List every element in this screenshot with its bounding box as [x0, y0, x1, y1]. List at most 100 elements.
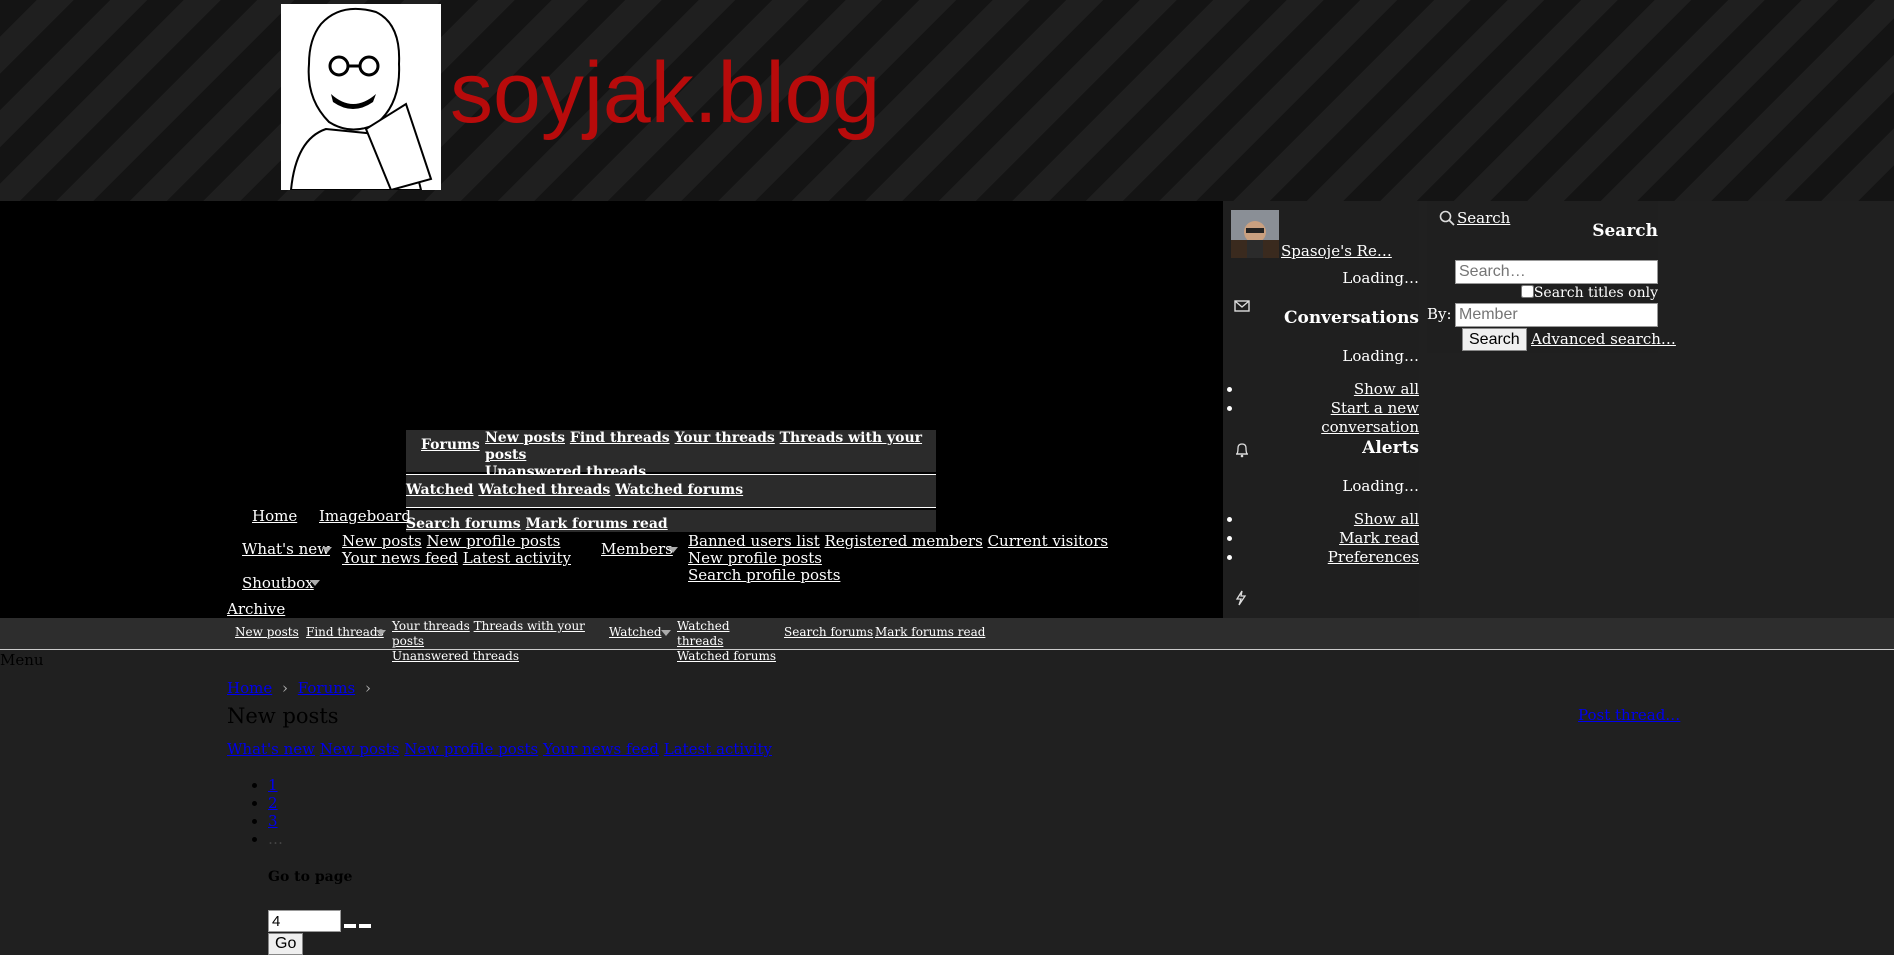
- alerts-links: Show all Mark read Preferences: [1243, 510, 1419, 567]
- whats-new-latest-activity-link[interactable]: Latest activity: [463, 549, 571, 567]
- list-item: Start a new conversation: [1243, 399, 1419, 437]
- list-item: Mark read: [1243, 529, 1419, 548]
- sub-nav-bar: New posts Find threads Your threads Thre…: [0, 618, 1894, 663]
- search-link[interactable]: Search: [1457, 209, 1510, 227]
- popup-forums-row: Forums New posts Find threads Your threa…: [406, 430, 936, 480]
- account-panel: Spasoje's Re… Loading… Conversations Loa…: [1223, 201, 1419, 618]
- popup-watched-forums-link[interactable]: Watched forums: [615, 482, 743, 498]
- stepper-minus-icon[interactable]: [344, 924, 356, 928]
- nav-imageboard-link[interactable]: Imageboard: [319, 507, 411, 525]
- popup-forums-link[interactable]: Forums: [421, 437, 480, 453]
- members-search-profile-posts-link[interactable]: Search profile posts: [688, 566, 840, 584]
- nav-members-link[interactable]: Members: [601, 540, 673, 558]
- search-panel: Search Search Search titles only By: Sea…: [1427, 201, 1676, 353]
- popup-search-forums-link[interactable]: Search forums: [406, 516, 521, 532]
- page-3-link[interactable]: 3: [268, 812, 278, 830]
- page-2-link[interactable]: 2: [268, 794, 278, 812]
- menu-label[interactable]: Menu: [0, 651, 44, 669]
- tab-news-feed[interactable]: Your news feed: [543, 740, 659, 758]
- nav-shoutbox-link[interactable]: Shoutbox: [242, 574, 314, 592]
- stepper-plus-icon[interactable]: [359, 924, 371, 928]
- breadcrumb-forums-link[interactable]: Forums: [298, 679, 355, 697]
- page-title: New posts: [227, 704, 339, 728]
- member-input[interactable]: [1455, 303, 1658, 327]
- list-item: …: [268, 830, 283, 848]
- whats-new-news-feed-link[interactable]: Your news feed: [342, 549, 458, 567]
- popup-find-threads-link[interactable]: Find threads: [570, 430, 670, 446]
- page-tabs: What's new New posts New profile posts Y…: [227, 740, 772, 758]
- tab-new-posts[interactable]: New posts: [320, 740, 400, 758]
- whats-new-caret-icon[interactable]: [322, 547, 332, 553]
- search-submit-button[interactable]: Search: [1462, 328, 1527, 351]
- members-banned-link[interactable]: Banned users list: [688, 532, 820, 550]
- search-icon[interactable]: [1439, 210, 1455, 230]
- goto-page-input[interactable]: [268, 910, 341, 932]
- search-titles-only-checkbox[interactable]: [1520, 285, 1534, 298]
- find-threads-caret-icon[interactable]: [376, 630, 386, 636]
- tab-new-profile-posts[interactable]: New profile posts: [404, 740, 538, 758]
- goto-page-button[interactable]: Go: [268, 933, 304, 955]
- subnav-your-threads-link[interactable]: Your threads: [392, 619, 470, 633]
- subnav-new-posts-link[interactable]: New posts: [235, 625, 299, 639]
- alerts-preferences-link[interactable]: Preferences: [1328, 548, 1419, 566]
- list-item: 1: [268, 776, 283, 794]
- subnav-unanswered-link[interactable]: Unanswered threads: [392, 649, 519, 663]
- members-registered-link[interactable]: Registered members: [825, 532, 983, 550]
- subnav-search-forums-link[interactable]: Search forums: [784, 625, 873, 639]
- nav-home-link[interactable]: Home: [252, 507, 297, 525]
- subnav-watched-link[interactable]: Watched: [609, 625, 662, 639]
- search-titles-only-label: Search titles only: [1533, 285, 1658, 301]
- breadcrumb-home-link[interactable]: Home: [227, 679, 272, 697]
- whats-new-profile-posts-link[interactable]: New profile posts: [426, 532, 560, 550]
- site-header: soyjak.blog: [0, 0, 1894, 201]
- popup-mark-read-link[interactable]: Mark forums read: [526, 516, 668, 532]
- page-1-link[interactable]: 1: [268, 776, 278, 794]
- popup-watched-link[interactable]: Watched: [406, 482, 473, 498]
- advanced-search-link[interactable]: Advanced search…: [1531, 330, 1676, 348]
- site-logo-text[interactable]: soyjak.blog: [450, 38, 880, 148]
- nav-archive-link[interactable]: Archive: [227, 600, 285, 618]
- shoutbox-caret-icon[interactable]: [310, 580, 320, 586]
- avatar[interactable]: [1231, 210, 1279, 258]
- list-item: 2: [268, 794, 283, 812]
- page-ellipsis[interactable]: …: [268, 830, 283, 848]
- popup-your-threads-link[interactable]: Your threads: [675, 430, 775, 446]
- alerts-show-all-link[interactable]: Show all: [1354, 510, 1419, 528]
- subnav-watched-threads-link[interactable]: Watched threads: [677, 619, 730, 648]
- tab-latest-activity[interactable]: Latest activity: [664, 740, 772, 758]
- search-input[interactable]: [1455, 260, 1658, 284]
- goto-page-label: Go to page: [268, 869, 353, 885]
- soyjak-logo-image[interactable]: [281, 4, 441, 192]
- members-links: Banned users list Registered members Cur…: [688, 533, 1138, 584]
- search-by-label: By:: [1427, 305, 1452, 323]
- chevron-right-icon: ›: [364, 679, 371, 697]
- popup-new-posts-link[interactable]: New posts: [485, 430, 565, 446]
- members-current-visitors-link[interactable]: Current visitors: [988, 532, 1109, 550]
- whats-new-new-posts-link[interactable]: New posts: [342, 532, 422, 550]
- watched-caret-icon[interactable]: [661, 630, 671, 636]
- start-conversation-link[interactable]: Start a new conversation: [1321, 399, 1419, 436]
- forums-popup-menu: Forums New posts Find threads Your threa…: [406, 430, 936, 532]
- popup-watched-threads-link[interactable]: Watched threads: [478, 482, 610, 498]
- subnav-mark-read-link[interactable]: Mark forums read: [875, 625, 985, 639]
- bolt-icon[interactable]: [1235, 590, 1247, 610]
- account-loading-text: Loading…: [1342, 269, 1419, 287]
- alerts-title: Alerts: [1362, 438, 1419, 458]
- popup-search-row: Search forums Mark forums read: [406, 510, 936, 532]
- pagination: 1 2 3 …: [227, 776, 283, 848]
- subnav-watched-forums-link[interactable]: Watched forums: [677, 649, 776, 663]
- alerts-mark-read-link[interactable]: Mark read: [1339, 529, 1419, 547]
- members-caret-icon[interactable]: [668, 547, 678, 553]
- search-panel-title: Search: [1592, 221, 1658, 241]
- subnav-watched-links: Watched threads Watched forums: [677, 619, 777, 664]
- members-profile-posts-link[interactable]: New profile posts: [688, 549, 822, 567]
- account-username-link[interactable]: Spasoje's Re…: [1281, 242, 1392, 260]
- tab-whats-new[interactable]: What's new: [227, 740, 315, 758]
- search-titles-only: Search titles only: [1520, 285, 1658, 301]
- list-item: 3: [268, 812, 283, 830]
- conversations-show-all-link[interactable]: Show all: [1354, 380, 1419, 398]
- subnav-find-threads-link[interactable]: Find threads: [306, 625, 384, 639]
- list-item: Show all: [1243, 510, 1419, 529]
- nav-whats-new-link[interactable]: What's new: [242, 540, 330, 558]
- post-thread-button[interactable]: Post thread…: [1578, 706, 1680, 724]
